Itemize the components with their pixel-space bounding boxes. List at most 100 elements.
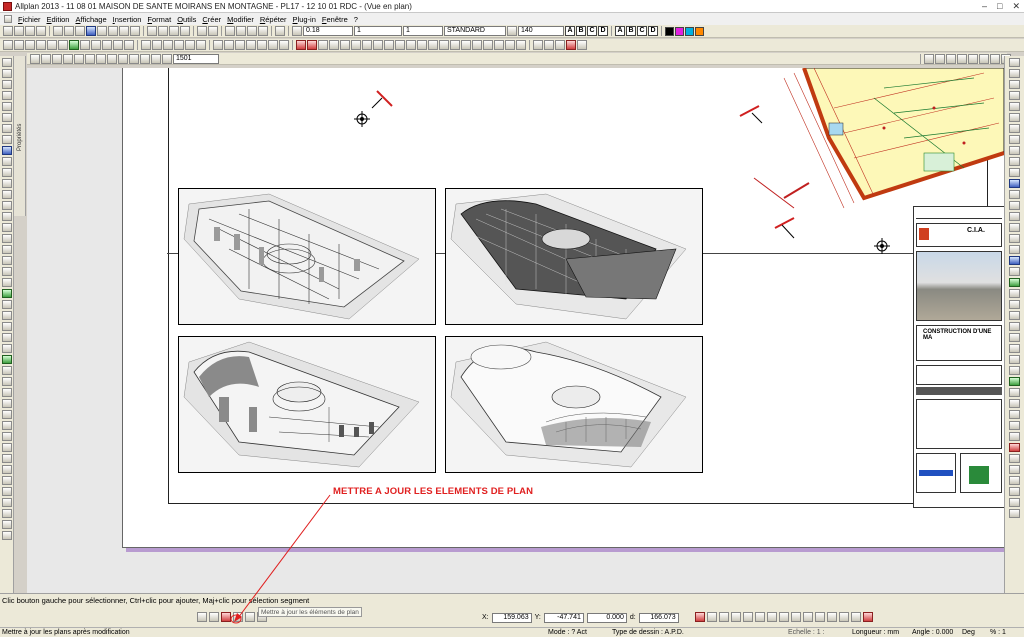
right-tool-34-icon[interactable] bbox=[1009, 421, 1020, 430]
right-tool-35-icon[interactable] bbox=[1009, 432, 1020, 441]
modify-13-icon[interactable] bbox=[839, 612, 849, 622]
animation-icon[interactable] bbox=[472, 40, 482, 50]
nav-1-icon[interactable] bbox=[1, 190, 12, 199]
right-tool-28-icon[interactable] bbox=[1009, 355, 1020, 364]
properties-tab[interactable]: Propriétés bbox=[14, 56, 26, 216]
room-icon[interactable] bbox=[373, 40, 383, 50]
right-tool-40-icon[interactable] bbox=[1009, 487, 1020, 496]
text-frame-b-button[interactable]: B bbox=[626, 26, 636, 36]
text-box-c-button[interactable]: C bbox=[587, 26, 597, 36]
view-front-icon[interactable] bbox=[968, 53, 978, 64]
right-tool-17-icon[interactable] bbox=[1009, 234, 1020, 243]
pen-icon[interactable] bbox=[292, 26, 302, 36]
window-element-icon[interactable] bbox=[91, 40, 101, 50]
right-tool-10-icon[interactable] bbox=[1009, 157, 1020, 166]
scale-input[interactable]: 1501 bbox=[173, 53, 219, 64]
viewport-icon[interactable] bbox=[318, 40, 328, 50]
open-file-icon[interactable] bbox=[14, 26, 24, 36]
paint-icon[interactable] bbox=[180, 26, 190, 36]
plan-elements-icon[interactable] bbox=[209, 612, 219, 622]
layers-icon[interactable] bbox=[86, 26, 96, 36]
menu-format[interactable]: Format bbox=[147, 15, 171, 24]
match-props-icon[interactable] bbox=[1, 91, 12, 100]
nav-12-icon[interactable] bbox=[1, 311, 12, 320]
right-tool-2-icon[interactable] bbox=[1009, 69, 1020, 78]
nav-5-icon[interactable] bbox=[1, 234, 12, 243]
rotate-icon[interactable] bbox=[268, 40, 278, 50]
nav-13-icon[interactable] bbox=[1, 322, 12, 331]
status-scale[interactable]: Echelle : 1 : bbox=[788, 629, 825, 636]
right-tool-32-icon[interactable] bbox=[1009, 399, 1020, 408]
menu-insertion[interactable]: Insertion bbox=[113, 15, 142, 24]
menu-edition[interactable]: Edition bbox=[47, 15, 70, 24]
join-icon[interactable] bbox=[246, 40, 256, 50]
redo-icon[interactable] bbox=[208, 26, 218, 36]
area-icon[interactable] bbox=[384, 40, 394, 50]
menu-fenetre[interactable]: Fenêtre bbox=[322, 15, 348, 24]
right-tool-27-icon[interactable] bbox=[1009, 344, 1020, 353]
right-tool-42-icon[interactable] bbox=[1009, 509, 1020, 518]
material-icon[interactable] bbox=[483, 40, 493, 50]
right-tool-16-icon[interactable] bbox=[1009, 223, 1020, 232]
select-icon[interactable] bbox=[1, 58, 12, 67]
render-view-3[interactable] bbox=[178, 336, 436, 473]
nav-23-icon[interactable] bbox=[1, 432, 12, 441]
paste-icon[interactable] bbox=[75, 26, 85, 36]
fill-icon[interactable] bbox=[174, 40, 184, 50]
stair-icon[interactable] bbox=[113, 40, 123, 50]
status-drawing-type[interactable]: Type de dessin : A.P.D. bbox=[612, 629, 684, 636]
new-file-icon[interactable] bbox=[3, 26, 13, 36]
view-all-icon[interactable] bbox=[946, 53, 956, 64]
layout-icon[interactable] bbox=[296, 40, 306, 50]
right-tool-21-icon[interactable] bbox=[1009, 278, 1020, 287]
coord-d-field[interactable]: 166.073 bbox=[638, 612, 679, 623]
coord-y-field[interactable]: -47.741 bbox=[543, 612, 584, 623]
draw-pencil-icon[interactable] bbox=[533, 40, 543, 50]
nav-25-icon[interactable] bbox=[1, 454, 12, 463]
text-frame-d-button[interactable]: D bbox=[648, 26, 658, 36]
menu-outils[interactable]: Outils bbox=[177, 15, 196, 24]
nav-4-icon[interactable] bbox=[1, 223, 12, 232]
nav-11-icon[interactable] bbox=[1, 300, 12, 309]
right-tool-5-icon[interactable] bbox=[1009, 102, 1020, 111]
door-icon[interactable] bbox=[80, 40, 90, 50]
right-tool-6-icon[interactable] bbox=[1009, 113, 1020, 122]
menu-help[interactable]: ? bbox=[354, 15, 358, 24]
menu-plug-in[interactable]: Plug-in bbox=[293, 15, 316, 24]
app-menu-icon[interactable] bbox=[4, 15, 12, 23]
modify-1-icon[interactable] bbox=[695, 612, 705, 622]
move-tool-icon[interactable] bbox=[1, 102, 12, 111]
circle-icon[interactable] bbox=[36, 40, 46, 50]
nav-6-icon[interactable] bbox=[1, 245, 12, 254]
right-tool-39-icon[interactable] bbox=[1009, 476, 1020, 485]
dimension-icon[interactable] bbox=[141, 40, 151, 50]
right-tool-41-icon[interactable] bbox=[1009, 498, 1020, 507]
rectangle-icon[interactable] bbox=[25, 40, 35, 50]
light-icon[interactable] bbox=[494, 40, 504, 50]
offset-icon[interactable] bbox=[257, 40, 267, 50]
menu-creer[interactable]: Créer bbox=[202, 15, 221, 24]
pen-thickness-select[interactable]: 0.18 bbox=[303, 26, 353, 36]
render-view-2[interactable] bbox=[445, 188, 703, 325]
nav-31-icon[interactable] bbox=[1, 520, 12, 529]
right-tool-33-icon[interactable] bbox=[1009, 410, 1020, 419]
right-tool-8-icon[interactable] bbox=[1009, 135, 1020, 144]
right-tool-29-icon[interactable] bbox=[1009, 366, 1020, 375]
plan-refresh-icon[interactable] bbox=[233, 612, 243, 622]
render-icon[interactable] bbox=[461, 40, 471, 50]
snap-angle-icon[interactable] bbox=[140, 53, 150, 64]
view-prev-icon[interactable] bbox=[924, 53, 934, 64]
text-bold-button[interactable]: A bbox=[565, 26, 575, 36]
view-side-icon[interactable] bbox=[979, 53, 989, 64]
render-view-1[interactable] bbox=[178, 188, 436, 325]
coord-z-field[interactable]: 0.000 bbox=[586, 612, 627, 623]
menu-affichage[interactable]: Affichage bbox=[75, 15, 106, 24]
layer-select[interactable]: STANDARD bbox=[444, 26, 506, 36]
right-tool-9-icon[interactable] bbox=[1009, 146, 1020, 155]
nav-19-icon[interactable] bbox=[1, 388, 12, 397]
line-color-select[interactable]: 1 bbox=[403, 26, 443, 36]
extend-icon[interactable] bbox=[235, 40, 245, 50]
measure-tool-icon[interactable] bbox=[1, 157, 12, 166]
export-icon[interactable] bbox=[428, 40, 438, 50]
nav-16-icon[interactable] bbox=[1, 355, 12, 364]
